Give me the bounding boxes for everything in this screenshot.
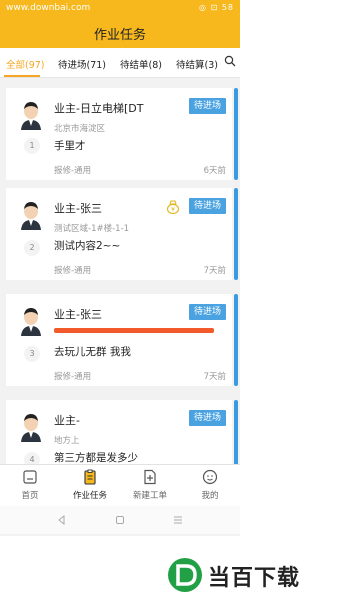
task-card[interactable]: 业主-张三 测试区域-1#楼-1-1 ¥ 2 测试内容2~~ 报修-通用 7天前… — [6, 188, 238, 280]
tab-pending-close[interactable]: 待结单(8) — [120, 57, 162, 71]
svg-text:¥: ¥ — [171, 207, 175, 214]
card-title: 业主-日立电梯[DT — [54, 102, 144, 115]
avatar — [18, 412, 44, 442]
card-accent-bar — [234, 294, 238, 386]
system-nav-bar — [0, 506, 240, 534]
nav-tasks-label: 作业任务 — [72, 491, 107, 501]
card-title: 业主- — [54, 414, 80, 427]
nav-home[interactable]: 首页 — [0, 469, 60, 501]
task-card[interactable]: 业主-张三 3 去玩儿无群 我我 报修-通用 7天前 待进场 — [6, 294, 238, 386]
nav-profile-label: 我的 — [201, 491, 219, 501]
new-document-icon — [144, 469, 156, 485]
user-icon — [202, 469, 218, 485]
nav-tasks[interactable]: 作业任务 — [60, 469, 120, 501]
card-content: 第三方都是发多少 — [54, 452, 138, 464]
status-badge[interactable]: 待进场 — [188, 98, 226, 114]
card-time: 7天前 — [203, 372, 226, 382]
filter-tabs: 全部(97) 待进场(71) 待结单(8) 待结算(3) — [0, 48, 240, 78]
nav-new-order-label: 新建工单 — [132, 491, 167, 501]
page-title: 作业任务 — [93, 28, 146, 43]
card-number: 2 — [24, 240, 40, 256]
watermark: 当百下载 — [168, 556, 334, 594]
tab-active-indicator — [4, 75, 40, 77]
avatar — [18, 306, 44, 336]
card-address: 地方上 — [54, 436, 80, 446]
card-number: 1 — [24, 138, 40, 154]
watermark-logo-icon — [168, 558, 202, 592]
card-address: 测试区域-1#楼-1-1 — [54, 224, 130, 234]
card-number: 3 — [24, 346, 40, 362]
avatar — [18, 200, 44, 230]
money-bag-icon: ¥ — [166, 200, 180, 214]
status-badge[interactable]: 待进场 — [188, 410, 226, 426]
card-category: 报修-通用 — [54, 266, 92, 276]
card-accent-bar — [234, 188, 238, 280]
card-category: 报修-通用 — [54, 372, 92, 382]
tab-pending-entry[interactable]: 待进场(71) — [58, 57, 106, 71]
search-icon[interactable] — [224, 55, 236, 67]
clipboard-icon — [84, 469, 96, 485]
tab-all[interactable]: 全部(97) — [6, 57, 45, 71]
home-icon — [23, 470, 37, 484]
nav-new-order[interactable]: 新建工单 — [120, 469, 180, 501]
card-time: 7天前 — [203, 266, 226, 276]
app-screen: www.downbai.com ◎ ⊡ 58 作业任务 全部(97) 待进场(7… — [0, 0, 240, 536]
card-content: 去玩儿无群 我我 — [54, 346, 131, 358]
status-badge[interactable]: 待进场 — [188, 198, 226, 214]
task-card[interactable]: 业主- 地方上 4 第三方都是发多少 待进场 — [6, 400, 238, 470]
card-title: 业主-张三 — [54, 202, 102, 215]
bottom-nav: 首页 作业任务 新建工单 我的 — [0, 464, 240, 506]
tab-pending-settle[interactable]: 待结算(3) — [176, 57, 218, 71]
home-square-icon[interactable] — [114, 514, 126, 526]
status-badge[interactable]: 待进场 — [188, 304, 226, 320]
app-header: www.downbai.com ◎ ⊡ 58 作业任务 — [0, 0, 240, 48]
card-time: 6天前 — [203, 166, 226, 176]
card-content: 手里才 — [54, 140, 86, 152]
card-accent-bar — [234, 88, 238, 180]
status-url: www.downbai.com — [6, 3, 91, 13]
redacted-address — [54, 328, 214, 333]
card-address: 北京市海淀区 — [54, 124, 106, 134]
card-accent-bar — [234, 400, 238, 470]
watermark-text: 当百下载 — [208, 566, 301, 591]
menu-icon[interactable] — [172, 514, 184, 526]
nav-home-label: 首页 — [21, 491, 39, 501]
back-icon[interactable] — [56, 514, 68, 526]
card-title: 业主-张三 — [54, 308, 102, 321]
card-content: 测试内容2~~ — [54, 240, 121, 252]
nav-profile[interactable]: 我的 — [180, 469, 240, 501]
status-icons: ◎ ⊡ 58 — [199, 3, 234, 12]
task-card[interactable]: 业主-日立电梯[DT 北京市海淀区 1 手里才 报修-通用 6天前 待进场 — [6, 88, 238, 180]
card-category: 报修-通用 — [54, 166, 92, 176]
avatar — [18, 100, 44, 130]
